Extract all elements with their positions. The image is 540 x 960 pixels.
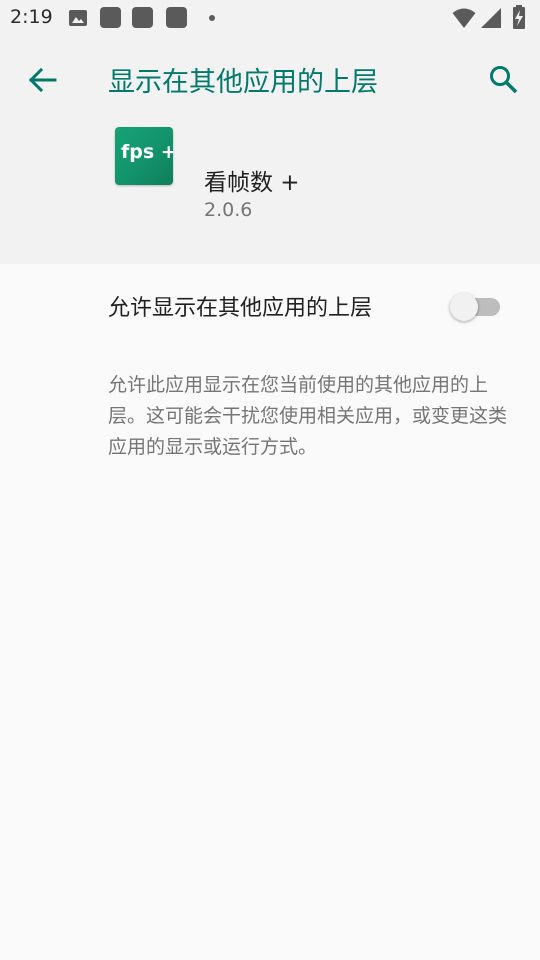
status-time: 2:19 xyxy=(10,6,53,28)
back-button[interactable] xyxy=(22,62,62,98)
app-name: 看帧数 + xyxy=(204,170,300,196)
switch-thumb xyxy=(450,293,478,321)
status-bar: 2:19 xyxy=(0,0,540,36)
app-notification-icon xyxy=(100,7,121,28)
app-notification-icon xyxy=(166,7,187,28)
overlay-permission-switch[interactable] xyxy=(450,291,502,321)
back-arrow-icon xyxy=(28,67,57,93)
app-icon-text: fps + xyxy=(121,141,173,163)
app-icon: fps + xyxy=(115,127,173,185)
app-header: 显示在其他应用的上层 xyxy=(0,36,540,264)
search-icon xyxy=(490,66,518,94)
app-version: 2.0.6 xyxy=(204,199,253,221)
system-icons xyxy=(452,5,532,31)
page-title: 显示在其他应用的上层 xyxy=(108,67,378,98)
more-notifications-dot xyxy=(209,15,215,21)
search-button[interactable] xyxy=(484,60,524,100)
image-icon xyxy=(69,10,87,26)
app-notification-icon xyxy=(132,7,153,28)
permission-toggle-label: 允许显示在其他应用的上层 xyxy=(108,296,373,321)
overlay-permission-row[interactable]: 允许显示在其他应用的上层 xyxy=(0,264,540,346)
wifi-icon xyxy=(452,8,476,28)
permission-description: 允许此应用显示在您当前使用的其他应用的上层。这可能会干扰您使用相关应用，或变更这… xyxy=(108,374,508,458)
battery-charging-icon xyxy=(513,5,525,29)
signal-icon xyxy=(481,8,501,28)
